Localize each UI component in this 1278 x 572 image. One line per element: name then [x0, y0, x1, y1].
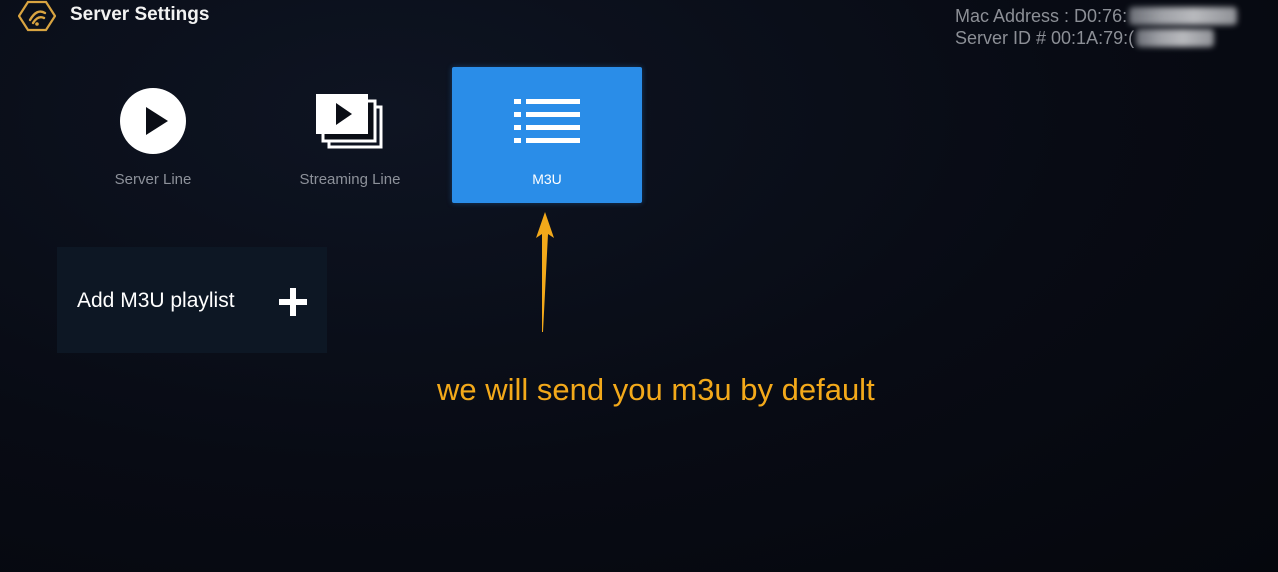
redacted-mac-mask — [1129, 7, 1238, 25]
brand-logo-icon — [18, 0, 56, 32]
mac-address-row: Mac Address : D0:76: — [955, 5, 1238, 27]
tile-label: Server Line — [114, 171, 192, 188]
add-playlist-label: Add M3U playlist — [77, 289, 235, 312]
tile-m3u[interactable]: M3U — [452, 67, 642, 203]
play-circle-icon — [120, 88, 186, 154]
page-title: Server Settings — [70, 4, 210, 25]
arrow-up-icon — [536, 212, 554, 332]
list-icon — [514, 99, 580, 143]
server-id-row: Server ID # 00:1A:79:( — [955, 27, 1237, 49]
plus-icon — [279, 288, 307, 316]
annotation-text: we will send you m3u by default — [437, 372, 875, 407]
tile-server-line[interactable]: Server Line — [58, 67, 248, 203]
tile-streaming-line[interactable]: Streaming Line — [255, 67, 445, 203]
video-stack-icon — [316, 94, 383, 149]
redacted-server-id-mask — [1136, 29, 1215, 47]
mac-address-text: Mac Address : D0:76: — [955, 6, 1128, 26]
device-info: Mac Address : D0:76: Server ID # 00:1A:7… — [955, 5, 1238, 49]
server-id-text: Server ID # 00:1A:79:( — [955, 28, 1135, 48]
tile-label: M3U — [532, 171, 562, 187]
tile-label: Streaming Line — [299, 171, 401, 188]
